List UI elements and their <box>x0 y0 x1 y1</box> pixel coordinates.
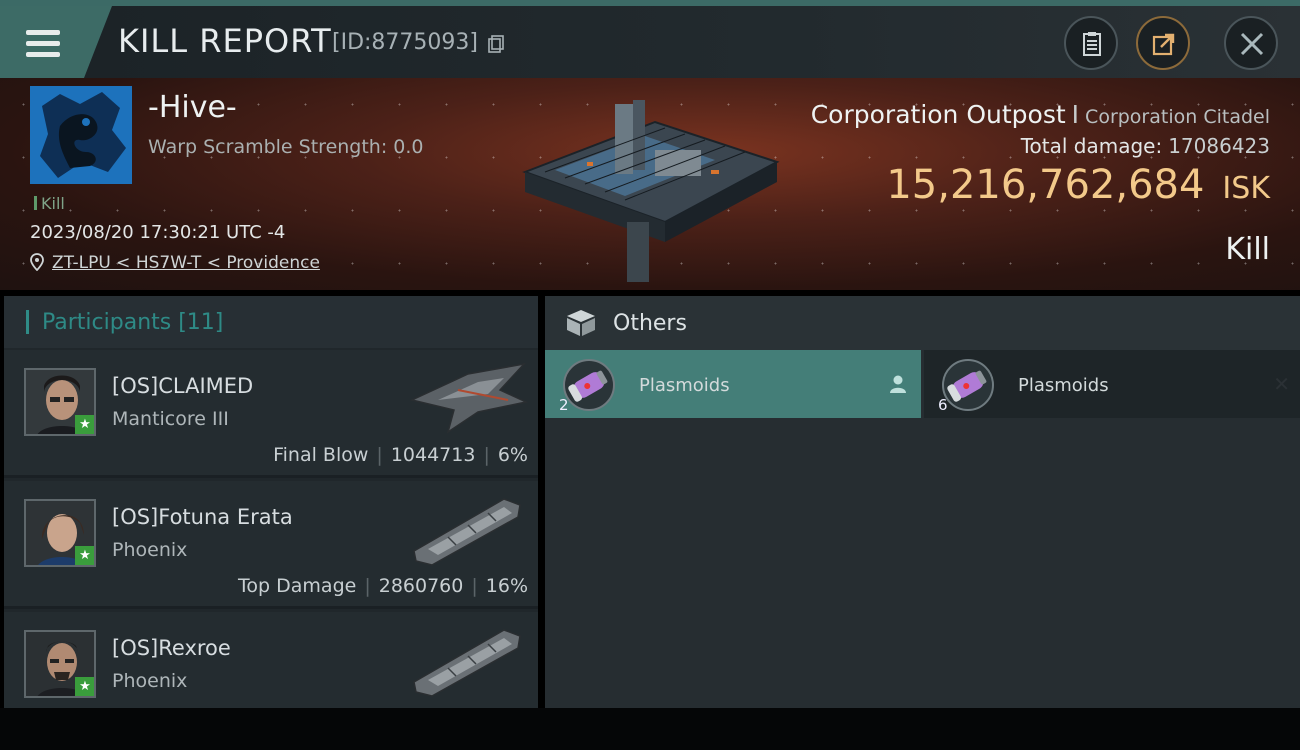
stats-divider: | <box>364 575 371 597</box>
participants-title: Participants [11] <box>42 310 224 335</box>
participant-ship: Phoenix <box>112 670 188 692</box>
star-badge-icon: ★ <box>75 546 94 565</box>
export-icon <box>1152 33 1175 56</box>
ship-image <box>409 362 528 434</box>
item-slot[interactable]: 6 Plasmoids ✕ <box>924 350 1300 418</box>
participant-role: Top Damage <box>238 575 357 597</box>
copy-icon[interactable] <box>488 35 504 53</box>
location-pin-icon <box>30 253 44 271</box>
participant-row[interactable]: ★ [OS]Fotuna Erata Phoenix Top Damage | 28… <box>4 481 538 609</box>
ship-type-separator: I <box>1071 100 1080 129</box>
participant-stats: Final Blow | 1044713 | 6% <box>273 444 528 466</box>
kill-tag: Kill <box>34 194 65 213</box>
bottom-strip <box>0 708 1300 750</box>
total-damage: Total damage: 17086423 <box>1021 134 1270 158</box>
kill-location[interactable]: ZT-LPU < HS7W-T < Providence <box>30 253 320 273</box>
person-icon <box>890 375 906 393</box>
participant-row[interactable]: ★ [OS]Rexroe Phoenix <box>4 612 538 708</box>
hamburger-icon <box>26 30 62 58</box>
star-badge-icon: ★ <box>75 415 94 434</box>
participant-name: [OS]Rexroe <box>112 636 231 660</box>
menu-button[interactable] <box>0 6 110 78</box>
stats-divider: | <box>376 444 383 466</box>
victim-ship-type: Corporation Outpost I Corporation Citadel <box>811 100 1270 129</box>
plasmoids-item-icon <box>563 359 615 411</box>
ship-type-name: Corporation Outpost <box>810 100 1066 129</box>
plasmoids-item-icon <box>942 359 994 411</box>
item-quantity: 6 <box>938 396 948 414</box>
avatar[interactable]: ★ <box>24 630 96 698</box>
item-name: Plasmoids <box>1018 375 1109 396</box>
participant-damage: 1044713 <box>390 444 476 466</box>
structure-image <box>522 100 780 282</box>
clipboard-icon <box>1083 32 1101 56</box>
participant-name: [OS]CLAIMED <box>112 374 254 398</box>
cube-icon <box>567 310 595 336</box>
star-badge-icon: ★ <box>75 677 94 696</box>
isk-value: 15,216,762,684 ISK <box>886 162 1270 208</box>
page-title: KILL REPORT <box>118 22 332 60</box>
corporation-logo[interactable] <box>30 86 132 184</box>
participant-percent: 16% <box>485 575 528 597</box>
others-title: Others <box>613 311 687 336</box>
report-id: [ID:8775093] <box>332 30 478 55</box>
participants-accent-bar <box>26 310 29 334</box>
participant-stats: Top Damage | 2860760 | 16% <box>238 575 528 597</box>
others-header[interactable]: Others <box>545 296 1300 350</box>
participant-role: Final Blow <box>273 444 369 466</box>
item-slot[interactable]: 2 Plasmoids <box>545 350 921 418</box>
ship-image <box>413 629 521 697</box>
participant-percent: 6% <box>497 444 528 466</box>
participant-row[interactable]: ★ [OS]CLAIMED Manticore III Final Blow | 1… <box>4 350 538 478</box>
location-link[interactable]: ZT-LPU < HS7W-T < Providence <box>52 253 320 273</box>
isk-unit: ISK <box>1222 171 1270 206</box>
clipboard-button[interactable] <box>1064 16 1118 70</box>
close-icon[interactable]: ✕ <box>1273 372 1290 396</box>
warp-scramble-strength: Warp Scramble Strength: 0.0 <box>148 136 424 158</box>
item-name: Plasmoids <box>639 375 730 396</box>
ship-class: Corporation Citadel <box>1085 106 1270 128</box>
isk-amount: 15,216,762,684 <box>886 162 1205 208</box>
export-button[interactable] <box>1136 16 1190 70</box>
avatar[interactable]: ★ <box>24 368 96 436</box>
result-label: Kill <box>1225 232 1270 267</box>
close-button[interactable] <box>1224 16 1278 70</box>
item-quantity: 2 <box>559 396 569 414</box>
kill-timestamp: 2023/08/20 17:30:21 UTC -4 <box>30 222 286 243</box>
participants-header[interactable]: Participants [11] <box>4 296 538 348</box>
close-icon <box>1240 32 1264 56</box>
ship-image <box>413 498 521 566</box>
avatar[interactable]: ★ <box>24 499 96 567</box>
participant-damage: 2860760 <box>378 575 464 597</box>
stats-divider: | <box>483 444 490 466</box>
participant-ship: Manticore III <box>112 408 229 430</box>
total-damage-value: 17086423 <box>1168 134 1270 158</box>
stats-divider: | <box>471 575 478 597</box>
total-damage-label: Total damage: <box>1020 134 1163 158</box>
participant-ship: Phoenix <box>112 539 188 561</box>
victim-name: -Hive- <box>148 90 237 125</box>
participant-name: [OS]Fotuna Erata <box>112 505 293 529</box>
